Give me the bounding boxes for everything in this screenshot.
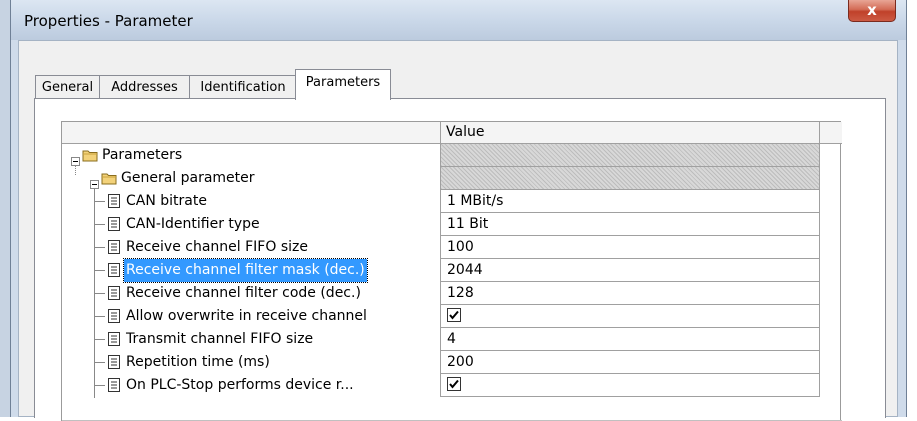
close-icon: x — [867, 1, 877, 19]
parameter-icon — [106, 308, 122, 324]
value-cell-disabled — [440, 144, 820, 167]
tab-general-label: General — [41, 80, 94, 95]
parameter-value: 4 — [447, 331, 456, 347]
parameter-row[interactable]: Transmit channel FIFO size 4 — [62, 328, 842, 351]
parameter-value: 1 MBit/s — [447, 193, 504, 209]
title-bar[interactable]: Properties - Parameter x — [11, 0, 906, 40]
folder-icon — [101, 170, 117, 186]
tab-general[interactable]: General — [35, 75, 100, 99]
parameter-value: 200 — [447, 354, 474, 370]
value-column-header[interactable]: Value — [446, 124, 484, 140]
parameter-value: 2044 — [447, 262, 483, 278]
tab-parameters-label: Parameters — [305, 75, 381, 90]
tree-line — [95, 270, 105, 272]
parameter-icon — [106, 239, 122, 255]
parameters-tab-page: Value Parameters General parameter CAN bit… — [34, 98, 886, 421]
tab-identification-label: Identification — [200, 80, 286, 95]
value-cell[interactable] — [440, 374, 820, 397]
parameter-row[interactable]: Receive channel FIFO size 100 — [62, 236, 842, 259]
properties-dialog: Properties - Parameter x General Address… — [10, 0, 907, 421]
tree-node-row[interactable]: General parameter — [62, 167, 842, 190]
tab-addresses-label: Addresses — [111, 80, 178, 95]
checkbox[interactable] — [447, 307, 461, 322]
grid-header: Value — [62, 122, 842, 144]
parameter-icon — [106, 216, 122, 232]
parameter-name[interactable]: CAN bitrate — [126, 190, 207, 213]
parameter-name[interactable]: General parameter — [121, 167, 255, 190]
parameter-value: 128 — [447, 285, 474, 301]
parameter-value: 11 Bit — [447, 216, 489, 232]
value-cell-disabled — [440, 167, 820, 190]
value-cell[interactable]: 128 — [440, 282, 820, 305]
parameter-icon — [106, 331, 122, 347]
close-button[interactable]: x — [848, 0, 896, 22]
parameter-icon — [106, 262, 122, 278]
value-cell[interactable]: 4 — [440, 328, 820, 351]
tree-line — [95, 224, 105, 226]
parameter-value: 100 — [447, 239, 474, 255]
parameter-row[interactable]: CAN bitrate 1 MBit/s — [62, 190, 842, 213]
value-cell[interactable]: 200 — [440, 351, 820, 374]
tree-line — [95, 385, 105, 387]
value-cell[interactable]: 1 MBit/s — [440, 190, 820, 213]
tab-parameters[interactable]: Parameters — [295, 69, 391, 100]
window-title: Properties - Parameter — [24, 12, 193, 30]
tree-line — [95, 293, 105, 295]
column-divider[interactable] — [440, 122, 441, 143]
tree-line — [95, 339, 105, 341]
tree-line — [95, 247, 105, 249]
checkbox[interactable] — [447, 376, 461, 391]
parameter-row[interactable]: Receive channel filter mask (dec.) 2044 — [62, 258, 842, 283]
tree-line — [95, 201, 105, 203]
parameter-row[interactable]: On PLC-Stop performs device r... — [62, 374, 842, 397]
tab-identification[interactable]: Identification — [189, 75, 297, 99]
parameter-row[interactable]: Allow overwrite in receive channel — [62, 305, 842, 328]
column-divider[interactable] — [819, 122, 820, 143]
parameter-name[interactable]: Repetition time (ms) — [126, 351, 270, 374]
parameter-name[interactable]: Receive channel filter mask (dec.) — [123, 258, 368, 283]
parameter-row[interactable]: Receive channel filter code (dec.) 128 — [62, 282, 842, 305]
parameter-name[interactable]: On PLC-Stop performs device r... — [126, 374, 354, 397]
value-cell[interactable]: 11 Bit — [440, 213, 820, 236]
parameter-row[interactable]: CAN-Identifier type 11 Bit — [62, 213, 842, 236]
parameter-name[interactable]: Parameters — [102, 144, 182, 167]
value-cell[interactable] — [440, 305, 820, 328]
dialog-client-area: General Addresses Identification Paramet… — [18, 40, 898, 421]
parameter-icon — [106, 354, 122, 370]
folder-icon — [82, 147, 98, 163]
parameter-icon — [106, 193, 122, 209]
tree-node-row[interactable]: Parameters — [62, 144, 842, 167]
tree-line — [95, 362, 105, 364]
collapse-icon[interactable] — [71, 151, 80, 166]
value-cell[interactable]: 2044 — [440, 259, 820, 282]
tab-addresses[interactable]: Addresses — [99, 75, 190, 99]
collapse-icon[interactable] — [90, 174, 99, 189]
parameter-icon — [106, 377, 122, 393]
parameter-icon — [106, 285, 122, 301]
parameter-name[interactable]: Allow overwrite in receive channel — [126, 305, 367, 328]
parameter-name[interactable]: Receive channel filter code (dec.) — [126, 282, 361, 305]
parameter-row[interactable]: Repetition time (ms) 200 — [62, 351, 842, 374]
parameter-name[interactable]: Receive channel FIFO size — [126, 236, 308, 259]
tree-line — [95, 316, 105, 318]
parameter-name[interactable]: CAN-Identifier type — [126, 213, 260, 236]
parameter-tree-grid: Value Parameters General parameter CAN bit… — [61, 121, 842, 421]
parameter-name[interactable]: Transmit channel FIFO size — [126, 328, 313, 351]
value-cell[interactable]: 100 — [440, 236, 820, 259]
